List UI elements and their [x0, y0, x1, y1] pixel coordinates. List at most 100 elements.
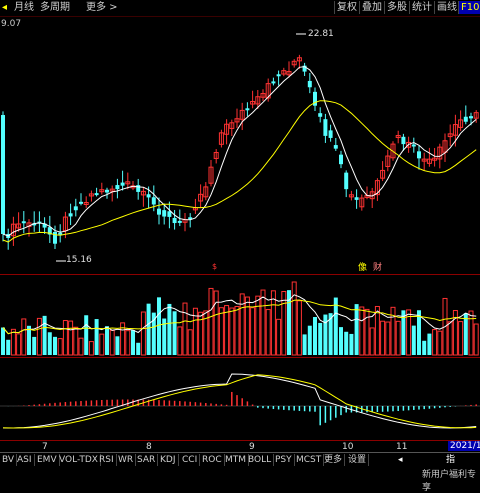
indicator-tab-bar: BV ASI EMV VOL-TDX RSI WR SAR KDJ CCI RO…: [0, 452, 480, 467]
volume-bar: [84, 315, 89, 355]
volume-bar: [265, 309, 271, 356]
candle-body: [344, 172, 349, 190]
volume-bar: [333, 297, 338, 355]
candle-body: [463, 116, 468, 122]
volume-bar: [198, 311, 204, 356]
statistics-button[interactable]: 统计: [409, 1, 434, 14]
candle-body: [1, 115, 5, 234]
indicator-tab-mcst[interactable]: MCST: [294, 454, 325, 466]
candle-body: [68, 213, 73, 217]
time-label: 8: [146, 442, 152, 452]
volume-bar: [323, 314, 328, 355]
candle-body: [167, 211, 172, 217]
date-highlight-badge: 2021/11: [448, 441, 480, 451]
volume-bar: [47, 332, 52, 355]
indicator-tab-wr[interactable]: WR: [116, 454, 137, 466]
volume-bar: [146, 303, 151, 355]
ma-line-yellow: [2, 100, 477, 243]
volume-bar: [68, 320, 74, 356]
candle-body: [411, 144, 416, 147]
volume-bar: [307, 325, 312, 355]
time-label: 10: [342, 442, 354, 452]
macd-dea-line: [3, 374, 477, 429]
volume-bar: [473, 323, 479, 356]
candle-body: [94, 193, 99, 196]
volume-bar: [6, 339, 11, 355]
volume-bar: [73, 326, 79, 356]
indicator-tab-more[interactable]: 更多: [322, 454, 346, 466]
status-right-top: 指: [446, 455, 456, 465]
f10-button[interactable]: F10: [458, 1, 480, 14]
tab-monthly[interactable]: 月线: [14, 2, 34, 14]
restore-rights-button[interactable]: 复权: [334, 1, 359, 14]
volume-bar: [109, 329, 115, 356]
indicator-tab-cci[interactable]: CCI: [180, 454, 201, 466]
candle-body: [73, 206, 78, 211]
volume-bar: [270, 290, 276, 356]
indicator-tab-emv[interactable]: EMV: [35, 454, 60, 466]
candle-body: [120, 182, 125, 186]
volume-bar: [468, 310, 474, 356]
multi-stock-button[interactable]: 多股: [384, 1, 409, 14]
volume-bar: [21, 318, 27, 356]
volume-bar: [349, 333, 354, 355]
volume-bar: [16, 333, 22, 356]
volume-bar: [99, 333, 105, 356]
indicator-tab-boll[interactable]: BOLL: [246, 454, 275, 466]
promo-text[interactable]: 新用户福利专享: [422, 467, 480, 493]
volume-bar: [369, 327, 375, 356]
volume-bar: [177, 326, 183, 356]
candle-body: [469, 116, 473, 119]
volume-bar: [42, 315, 47, 355]
volume-bar: [437, 330, 443, 356]
overlay-button[interactable]: 叠加: [359, 1, 384, 14]
candle-body: [417, 151, 421, 159]
macd-chart: [0, 373, 480, 429]
time-label: 9: [249, 442, 255, 452]
volume-bar: [213, 290, 219, 356]
candle-body: [318, 113, 323, 117]
volume-bar: [229, 307, 235, 356]
volume-bar: [218, 307, 224, 356]
volume-bar: [385, 321, 391, 356]
indicator-tab-asi[interactable]: ASI: [15, 454, 35, 466]
indicator-tab-psy[interactable]: PSY: [273, 454, 295, 466]
chart-toolbar: ◂ 月线 多周期 更多 > 复权 叠加 多股 统计 画线 F10: [0, 0, 480, 17]
candle-body: [136, 185, 141, 192]
candle-body: [162, 210, 167, 217]
volume-bar: [313, 317, 317, 355]
volume-bar: [359, 306, 365, 356]
candle-body: [146, 194, 151, 198]
arrow-left-icon[interactable]: ◂: [396, 454, 405, 466]
volume-bar: [182, 302, 188, 356]
volume-bar: [291, 281, 297, 356]
volume-bar: [53, 336, 57, 355]
volume-bar: [380, 320, 386, 356]
volume-bar: [344, 331, 349, 355]
indicator-tab-roc[interactable]: ROC: [200, 454, 225, 466]
indicator-tab-settings[interactable]: 设置: [346, 454, 370, 466]
indicator-tab-sar[interactable]: SAR: [135, 454, 159, 466]
tab-more[interactable]: 更多 >: [86, 2, 118, 14]
back-arrow-icon[interactable]: ◂: [2, 2, 7, 14]
time-label: 11: [396, 442, 408, 452]
volume-bar: [239, 293, 245, 356]
volume-bar: [318, 322, 323, 355]
volume-bar: [260, 289, 266, 356]
volume-bar: [57, 338, 63, 356]
candle-body: [105, 189, 109, 193]
candle-body: [151, 197, 156, 205]
candle-body: [333, 145, 338, 149]
volume-bar: [427, 333, 432, 355]
volume-bar: [276, 318, 282, 356]
candle-body: [276, 74, 281, 77]
volume-bar: [187, 329, 193, 356]
tab-multi-period[interactable]: 多周期: [40, 2, 70, 14]
indicator-tab-rsi[interactable]: RSI: [97, 454, 117, 466]
indicator-tab-vol-tdx[interactable]: VOL-TDX: [57, 454, 101, 466]
draw-line-button[interactable]: 画线: [434, 1, 459, 14]
indicator-tab-kdj[interactable]: KDJ: [158, 454, 179, 466]
volume-bar: [88, 341, 94, 356]
volume-bar: [411, 325, 416, 355]
volume-bar: [255, 295, 261, 356]
